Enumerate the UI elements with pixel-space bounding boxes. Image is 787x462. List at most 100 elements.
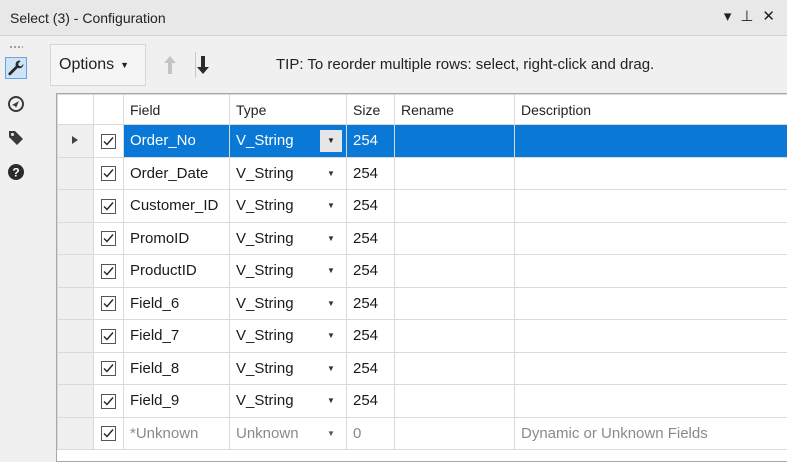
column-header-description[interactable]: Description bbox=[514, 94, 787, 125]
type-cell[interactable]: V_String ▼ bbox=[229, 189, 347, 223]
description-cell[interactable] bbox=[514, 351, 787, 385]
size-cell[interactable]: 254 bbox=[346, 156, 395, 190]
type-cell[interactable]: V_String ▼ bbox=[229, 351, 347, 385]
description-cell[interactable] bbox=[514, 124, 787, 158]
field-name-cell[interactable]: *Unknown bbox=[123, 416, 230, 450]
row-indicator[interactable] bbox=[57, 319, 94, 353]
field-name-cell[interactable]: Order_Date bbox=[123, 156, 230, 190]
table-row[interactable]: Customer_ID V_String ▼ 254 bbox=[57, 189, 787, 223]
type-cell[interactable]: V_String ▼ bbox=[229, 124, 347, 158]
help-icon[interactable]: ? bbox=[5, 161, 27, 183]
move-up-icon[interactable] bbox=[161, 52, 179, 78]
row-checkbox-cell[interactable] bbox=[93, 286, 124, 320]
description-cell[interactable] bbox=[514, 221, 787, 255]
table-row[interactable]: Order_Date V_String ▼ 254 bbox=[57, 156, 787, 190]
tag-icon[interactable] bbox=[5, 127, 27, 149]
field-name-cell[interactable]: PromoID bbox=[123, 221, 230, 255]
rename-cell[interactable] bbox=[394, 286, 515, 320]
field-name-cell[interactable]: Field_7 bbox=[123, 319, 230, 353]
row-checkbox[interactable] bbox=[101, 263, 116, 279]
size-cell[interactable]: 254 bbox=[346, 254, 395, 288]
row-indicator[interactable] bbox=[57, 254, 94, 288]
table-row[interactable]: Order_No V_String ▼ 254 bbox=[57, 124, 787, 158]
table-row[interactable]: Field_9 V_String ▼ 254 bbox=[57, 384, 787, 418]
table-row[interactable]: Field_7 V_String ▼ 254 bbox=[57, 319, 787, 353]
row-indicator[interactable] bbox=[57, 416, 94, 450]
field-name-cell[interactable]: ProductID bbox=[123, 254, 230, 288]
select-all-header[interactable] bbox=[93, 94, 124, 125]
field-name-cell[interactable]: Field_8 bbox=[123, 351, 230, 385]
rename-cell[interactable] bbox=[394, 416, 515, 450]
type-cell[interactable]: V_String ▼ bbox=[229, 254, 347, 288]
rename-cell[interactable] bbox=[394, 189, 515, 223]
description-cell[interactable] bbox=[514, 319, 787, 353]
row-checkbox-cell[interactable] bbox=[93, 351, 124, 385]
row-checkbox[interactable] bbox=[101, 166, 116, 182]
type-dropdown-icon[interactable]: ▼ bbox=[320, 357, 342, 379]
type-dropdown-icon[interactable]: ▼ bbox=[320, 129, 342, 152]
row-checkbox-cell[interactable] bbox=[93, 221, 124, 255]
row-checkbox[interactable] bbox=[101, 328, 116, 344]
column-header-rename[interactable]: Rename bbox=[394, 94, 515, 125]
row-checkbox-cell[interactable] bbox=[93, 416, 124, 450]
size-cell[interactable]: 254 bbox=[346, 124, 395, 158]
description-cell[interactable] bbox=[514, 156, 787, 190]
row-checkbox[interactable] bbox=[101, 393, 116, 409]
type-dropdown-icon[interactable]: ▼ bbox=[320, 162, 342, 184]
move-down-icon[interactable] bbox=[194, 52, 212, 78]
type-dropdown-icon[interactable]: ▼ bbox=[320, 195, 342, 217]
row-checkbox[interactable] bbox=[101, 133, 116, 149]
size-cell[interactable]: 254 bbox=[346, 384, 395, 418]
column-header-type[interactable]: Type bbox=[229, 94, 347, 125]
type-cell[interactable]: V_String ▼ bbox=[229, 319, 347, 353]
column-header-field[interactable]: Field bbox=[123, 94, 230, 125]
field-name-cell[interactable]: Order_No bbox=[123, 124, 230, 158]
row-checkbox[interactable] bbox=[101, 231, 116, 247]
size-cell[interactable]: 254 bbox=[346, 351, 395, 385]
row-indicator[interactable] bbox=[57, 384, 94, 418]
type-cell[interactable]: V_String ▼ bbox=[229, 286, 347, 320]
description-cell[interactable] bbox=[514, 286, 787, 320]
size-cell[interactable]: 254 bbox=[346, 221, 395, 255]
table-row[interactable]: Field_8 V_String ▼ 254 bbox=[57, 351, 787, 385]
size-cell[interactable]: 254 bbox=[346, 286, 395, 320]
row-indicator[interactable] bbox=[57, 156, 94, 190]
size-cell[interactable]: 254 bbox=[346, 189, 395, 223]
type-dropdown-icon[interactable]: ▼ bbox=[320, 292, 342, 314]
rename-cell[interactable] bbox=[394, 156, 515, 190]
annotation-icon[interactable] bbox=[5, 93, 27, 115]
rename-cell[interactable] bbox=[394, 124, 515, 158]
row-checkbox-cell[interactable] bbox=[93, 124, 124, 158]
row-checkbox-cell[interactable] bbox=[93, 156, 124, 190]
rename-cell[interactable] bbox=[394, 254, 515, 288]
rename-cell[interactable] bbox=[394, 384, 515, 418]
type-cell[interactable]: V_String ▼ bbox=[229, 156, 347, 190]
table-row[interactable]: ProductID V_String ▼ 254 bbox=[57, 254, 787, 288]
row-checkbox[interactable] bbox=[101, 426, 116, 442]
row-checkbox-cell[interactable] bbox=[93, 319, 124, 353]
row-checkbox-cell[interactable] bbox=[93, 189, 124, 223]
description-cell[interactable] bbox=[514, 384, 787, 418]
row-checkbox[interactable] bbox=[101, 296, 116, 312]
field-name-cell[interactable]: Field_9 bbox=[123, 384, 230, 418]
row-indicator[interactable] bbox=[57, 221, 94, 255]
rename-cell[interactable] bbox=[394, 221, 515, 255]
row-indicator[interactable] bbox=[57, 124, 94, 158]
type-cell[interactable]: Unknown ▼ bbox=[229, 416, 347, 450]
row-indicator[interactable] bbox=[57, 189, 94, 223]
rename-cell[interactable] bbox=[394, 319, 515, 353]
row-indicator[interactable] bbox=[57, 286, 94, 320]
type-cell[interactable]: V_String ▼ bbox=[229, 384, 347, 418]
type-dropdown-icon[interactable]: ▼ bbox=[320, 422, 342, 444]
row-checkbox[interactable] bbox=[101, 198, 116, 214]
row-checkbox[interactable] bbox=[101, 361, 116, 377]
table-row[interactable]: Field_6 V_String ▼ 254 bbox=[57, 286, 787, 320]
description-cell[interactable] bbox=[514, 189, 787, 223]
type-dropdown-icon[interactable]: ▼ bbox=[320, 227, 342, 249]
size-cell[interactable]: 254 bbox=[346, 319, 395, 353]
table-row[interactable]: PromoID V_String ▼ 254 bbox=[57, 221, 787, 255]
field-name-cell[interactable]: Field_6 bbox=[123, 286, 230, 320]
rename-cell[interactable] bbox=[394, 351, 515, 385]
row-checkbox-cell[interactable] bbox=[93, 254, 124, 288]
type-dropdown-icon[interactable]: ▼ bbox=[320, 390, 342, 412]
